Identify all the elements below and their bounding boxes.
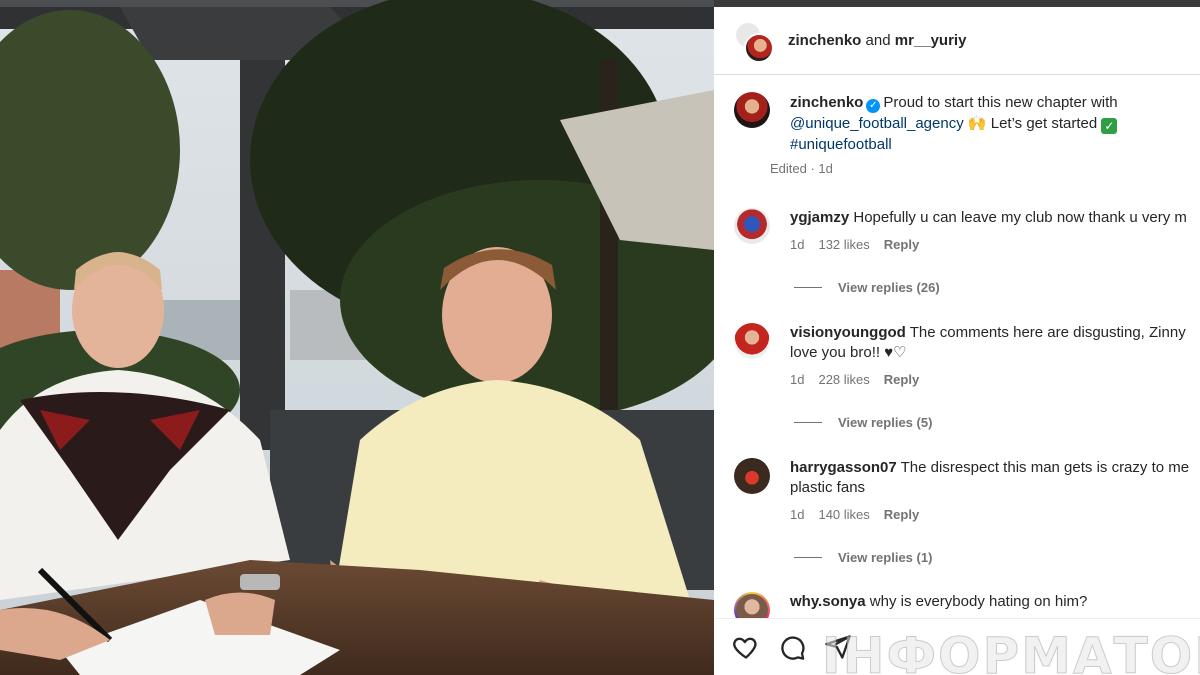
- comment-text-line2: love you bro!! ♥♡: [790, 344, 907, 361]
- comment-username[interactable]: visionyounggod: [790, 324, 906, 341]
- view-replies-button[interactable]: View replies (1): [794, 550, 932, 565]
- post-photo[interactable]: [0, 0, 714, 675]
- comment-username[interactable]: harrygasson07: [790, 459, 897, 476]
- comment-item: visionyounggod The comments here are dis…: [734, 323, 1200, 390]
- caption-hashtag-link[interactable]: #uniquefootball: [790, 136, 892, 153]
- verified-icon: ✓: [866, 99, 881, 113]
- caption-text: zinchenko ✓ Proud to start this new chapte…: [790, 92, 1118, 155]
- comment-text: why is everybody hating on him?: [869, 593, 1088, 610]
- comment-icon[interactable]: [778, 633, 806, 661]
- comment-likes[interactable]: 228 likes: [818, 372, 869, 387]
- post-author-line: zinchenko and mr__yuriy: [788, 32, 966, 49]
- photo-scene: [0, 0, 714, 675]
- comment-avatar[interactable]: [734, 208, 770, 244]
- caption-username[interactable]: zinchenko: [790, 94, 863, 111]
- view-replies-label: View replies (26): [838, 280, 940, 295]
- comment-avatar[interactable]: [734, 323, 770, 359]
- comment-age: 1d: [790, 372, 805, 387]
- caption-text-end: Let’s get started: [990, 115, 1098, 132]
- post-actions-bar: ІНФОРМАТОР: [714, 618, 1200, 675]
- reply-button[interactable]: Reply: [884, 372, 919, 387]
- view-replies-label: View replies (5): [838, 415, 933, 430]
- comment-text: The comments here are disgusting, Zinny: [909, 324, 1186, 341]
- reply-button[interactable]: Reply: [884, 507, 919, 522]
- view-replies-button[interactable]: View replies (26): [794, 280, 940, 295]
- check-mark-emoji-icon: ✓: [1101, 118, 1118, 134]
- watermark: ІНФОРМАТОР: [822, 627, 1200, 675]
- comment-avatar[interactable]: [734, 458, 770, 494]
- raised-hands-emoji-icon: 🙌: [967, 115, 987, 132]
- comment-meta: 1d 140 likes Reply: [790, 505, 1189, 525]
- comment-username[interactable]: ygjamzy: [790, 209, 849, 226]
- post-detail-panel: zinchenko and mr__yuriy zinchenko ✓ Proud …: [714, 0, 1200, 675]
- comment-username[interactable]: why.sonya: [790, 593, 866, 610]
- comment-likes[interactable]: 132 likes: [818, 237, 869, 252]
- comment-text-line2: plastic fans: [790, 479, 866, 496]
- header-username-2[interactable]: mr__yuriy: [895, 32, 967, 49]
- heart-icon[interactable]: [732, 633, 760, 661]
- comment-item: harrygasson07 The disrespect this man ge…: [734, 458, 1200, 525]
- avatar-zinchenko[interactable]: [744, 32, 774, 63]
- comment-age: 1d: [790, 507, 805, 522]
- caption-avatar[interactable]: [734, 92, 770, 128]
- header-username-1[interactable]: zinchenko: [788, 32, 861, 49]
- comment-likes[interactable]: 140 likes: [818, 507, 869, 522]
- comment-text: Hopefully u can leave my club now thank …: [853, 209, 1187, 226]
- view-replies-button[interactable]: View replies (5): [794, 415, 932, 430]
- replies-divider: [794, 557, 822, 558]
- post-caption: zinchenko ✓ Proud to start this new chapte…: [734, 92, 1194, 176]
- replies-divider: [794, 287, 822, 288]
- header-joiner: and: [865, 32, 891, 49]
- reply-button[interactable]: Reply: [884, 237, 919, 252]
- collab-avatars[interactable]: [734, 20, 778, 63]
- view-replies-label: View replies (1): [838, 550, 933, 565]
- caption-meta: Edited · 1d: [770, 161, 833, 176]
- caption-text-start: Proud to start this new chapter with: [883, 94, 1118, 111]
- comment-age: 1d: [790, 237, 805, 252]
- comment-meta: 1d 132 likes Reply: [790, 235, 1187, 255]
- caption-mention-link[interactable]: @unique_football_agency: [790, 115, 964, 132]
- replies-divider: [794, 422, 822, 423]
- panel-top-strip: [714, 0, 1200, 7]
- comment-meta: 1d 228 likes Reply: [790, 370, 1186, 390]
- post-header: zinchenko and mr__yuriy: [714, 7, 1200, 75]
- comment-item: ygjamzy Hopefully u can leave my club no…: [734, 208, 1200, 255]
- comment-text: The disrespect this man gets is crazy to…: [900, 459, 1190, 476]
